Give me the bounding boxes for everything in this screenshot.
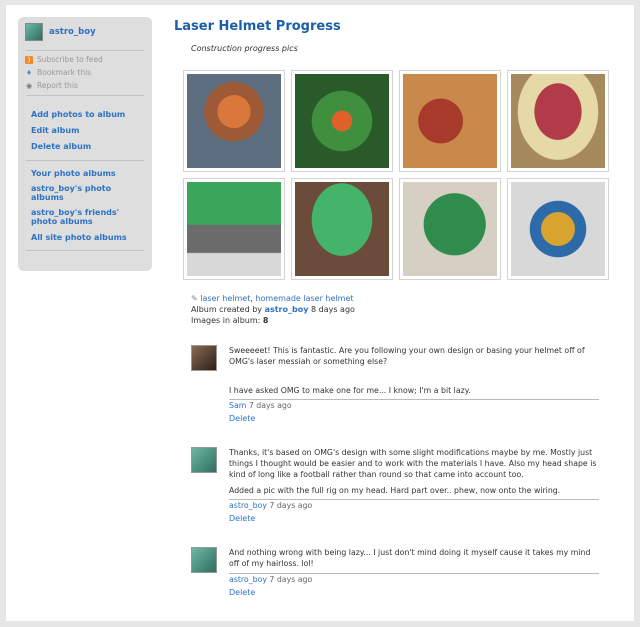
photo-thumbnail[interactable]: [399, 70, 501, 172]
delete-comment-link[interactable]: Delete: [229, 514, 255, 523]
tags-row: ✎ laser helmet, homemade laser helmet: [191, 294, 354, 303]
username-link[interactable]: astro_boy: [49, 27, 96, 37]
comment-text: Sweeeeet! This is fantastic. Are you fol…: [229, 346, 585, 366]
divider: [229, 499, 599, 500]
photo-thumbnail[interactable]: [507, 70, 609, 172]
divider: [229, 573, 599, 574]
delete-album-link[interactable]: Delete album: [31, 142, 136, 151]
friends-albums-link[interactable]: astro_boy's friends' photo albums: [31, 208, 136, 226]
comment-author-link[interactable]: astro_boy: [229, 501, 267, 510]
divider: [26, 160, 144, 161]
created-ago: 8 days ago: [310, 305, 355, 314]
all-albums-link[interactable]: All site photo albums: [31, 233, 136, 242]
rss-icon: ): [25, 55, 33, 64]
created-label: Album created by: [191, 305, 263, 314]
comment-time: 7 days ago: [269, 575, 313, 584]
delete-comment-link[interactable]: Delete: [229, 414, 255, 423]
tag-link[interactable]: homemade laser helmet: [255, 294, 353, 303]
comment-author-link[interactable]: Sam: [229, 401, 246, 410]
eye-icon: ◉: [25, 81, 33, 90]
divider: [26, 95, 144, 96]
divider: [26, 250, 144, 251]
subscribe-label: Subscribe to feed: [37, 55, 103, 64]
avatar[interactable]: [191, 345, 217, 371]
comment-time: 7 days ago: [269, 501, 313, 510]
images-count: 8: [262, 316, 269, 325]
photo-thumbnail[interactable]: [291, 70, 393, 172]
comment-time: 7 days ago: [248, 401, 292, 410]
subscribe-link[interactable]: ) Subscribe to feed: [25, 55, 103, 64]
comment-author-link[interactable]: astro_boy: [229, 575, 267, 584]
report-label: Report this: [37, 81, 78, 90]
creator-link[interactable]: astro_boy: [265, 305, 309, 314]
delete-comment-link[interactable]: Delete: [229, 588, 255, 597]
photo-thumbnail[interactable]: [291, 178, 393, 280]
photo-grid: [180, 67, 612, 283]
images-label: Images in album:: [191, 316, 261, 325]
user-albums-link[interactable]: astro_boy's photo albums: [31, 184, 136, 202]
album-meta: ✎ laser helmet, homemade laser helmet Al…: [191, 293, 355, 326]
photo-thumbnail[interactable]: [183, 70, 285, 172]
edit-album-link[interactable]: Edit album: [31, 126, 136, 135]
divider: [229, 399, 599, 400]
comment-byline: Sam 7 days ago: [229, 401, 292, 410]
album-description: Construction progress pics: [191, 44, 298, 53]
tag-icon: ✎: [191, 294, 198, 303]
bookmark-icon: ♦: [25, 68, 33, 77]
comment-text: Thanks, it's based on OMG's design with …: [229, 448, 597, 479]
divider: [26, 50, 144, 51]
album-title: Laser Helmet Progress: [174, 19, 341, 34]
tag-link[interactable]: laser helmet: [200, 294, 250, 303]
photo-thumbnail[interactable]: [507, 178, 609, 280]
photo-thumbnail[interactable]: [399, 178, 501, 280]
page: astro_boy ) Subscribe to feed ♦ Bookmark…: [6, 5, 634, 621]
comment-text: Added a pic with the full rig on my head…: [229, 486, 561, 495]
bookmark-label: Bookmark this: [37, 68, 92, 77]
avatar[interactable]: [191, 447, 217, 473]
comment-text: And nothing wrong with being lazy... I j…: [229, 548, 591, 568]
avatar[interactable]: [25, 23, 43, 41]
comment-byline: astro_boy 7 days ago: [229, 575, 312, 584]
comment-text: I have asked OMG to make one for me... I…: [229, 386, 471, 395]
avatar[interactable]: [191, 547, 217, 573]
report-link[interactable]: ◉ Report this: [25, 81, 78, 90]
images-row: Images in album: 8: [191, 315, 355, 326]
sidebar: astro_boy ) Subscribe to feed ♦ Bookmark…: [18, 17, 152, 271]
your-albums-link[interactable]: Your photo albums: [31, 169, 136, 178]
photo-thumbnail[interactable]: [183, 178, 285, 280]
add-photos-link[interactable]: Add photos to album: [31, 110, 136, 119]
bookmark-link[interactable]: ♦ Bookmark this: [25, 68, 91, 77]
created-row: Album created by astro_boy 8 days ago: [191, 304, 355, 315]
comment-byline: astro_boy 7 days ago: [229, 501, 312, 510]
sidebar-user[interactable]: astro_boy: [25, 23, 96, 41]
